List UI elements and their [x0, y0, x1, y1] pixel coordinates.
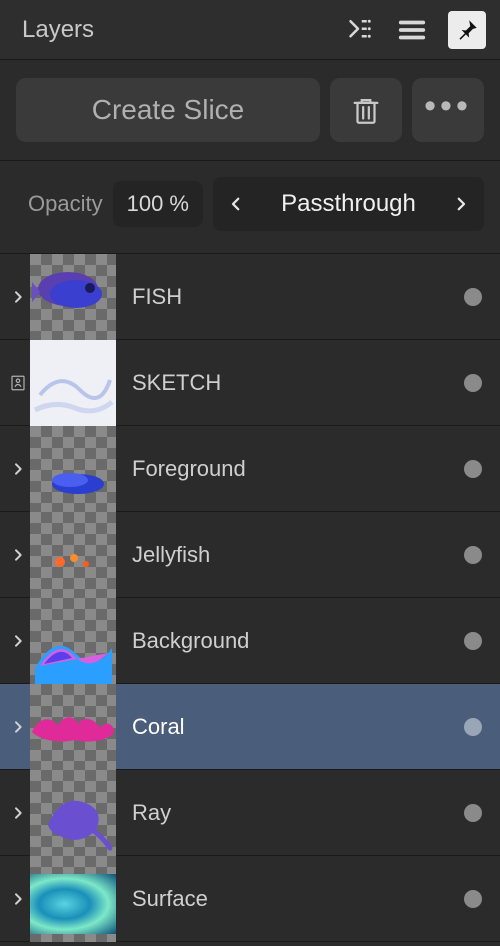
panel-header: Layers	[0, 0, 500, 60]
layer-row-jellyfish[interactable]: Jellyfish	[0, 512, 500, 598]
layer-body: Surface	[116, 886, 464, 912]
layer-label: Background	[132, 628, 249, 654]
pin-panel-button[interactable]	[448, 11, 486, 49]
panel-title: Layers	[22, 16, 94, 44]
expand-toggle[interactable]	[6, 770, 30, 856]
more-actions-button[interactable]: •••	[412, 78, 484, 142]
layer-body: SKETCH	[116, 370, 464, 396]
layer-label: Coral	[132, 714, 185, 740]
layer-body: Ray	[116, 800, 464, 826]
layer-body: Foreground	[116, 456, 464, 482]
layer-color-tag[interactable]	[464, 718, 482, 736]
layer-row-coral[interactable]: Coral	[0, 684, 500, 770]
layer-row-background[interactable]: Background	[0, 598, 500, 684]
layer-body: Coral	[116, 714, 464, 740]
layer-color-tag[interactable]	[464, 288, 482, 306]
blend-mode-label: Passthrough	[281, 190, 416, 218]
layer-color-tag[interactable]	[464, 890, 482, 908]
layer-label: SKETCH	[132, 370, 221, 396]
expand-toggle[interactable]	[6, 856, 30, 942]
layer-thumbnail	[30, 512, 116, 598]
layer-options-row: Opacity 100 % Passthrough	[0, 161, 500, 253]
opacity-label: Opacity	[28, 191, 103, 217]
panel-header-actions	[340, 11, 486, 49]
chevron-right-icon	[452, 195, 470, 213]
layer-thumbnail	[30, 684, 116, 770]
panel-flyout-icon[interactable]	[340, 12, 376, 48]
expand-toggle[interactable]	[6, 254, 30, 340]
expand-toggle[interactable]	[6, 426, 30, 512]
layer-thumbnail	[30, 254, 116, 340]
panel-toolbar: Create Slice •••	[0, 60, 500, 161]
layer-color-tag[interactable]	[464, 460, 482, 478]
layer-list: FISH SKETCH	[0, 253, 500, 942]
layer-row-sketch[interactable]: SKETCH	[0, 340, 500, 426]
chevron-left-icon	[227, 195, 245, 213]
layer-thumbnail	[30, 856, 116, 942]
layers-panel: Layers	[0, 0, 500, 942]
create-slice-button[interactable]: Create Slice	[16, 78, 320, 142]
layer-thumbnail	[30, 770, 116, 856]
ellipsis-icon: •••	[424, 106, 472, 114]
delete-layer-button[interactable]	[330, 78, 402, 142]
layer-body: Background	[116, 628, 464, 654]
expand-toggle[interactable]	[6, 598, 30, 684]
reference-layer-icon	[6, 340, 30, 426]
layer-thumbnail	[30, 426, 116, 512]
panel-menu-icon[interactable]	[394, 12, 430, 48]
expand-toggle[interactable]	[6, 684, 30, 770]
layer-row-foreground[interactable]: Foreground	[0, 426, 500, 512]
layer-label: Surface	[132, 886, 208, 912]
layer-thumbnail	[30, 340, 116, 426]
layer-label: Jellyfish	[132, 542, 210, 568]
layer-thumbnail	[30, 598, 116, 684]
opacity-value[interactable]: 100 %	[113, 181, 203, 227]
layer-color-tag[interactable]	[464, 546, 482, 564]
layer-row-ray[interactable]: Ray	[0, 770, 500, 856]
layer-label: Foreground	[132, 456, 246, 482]
layer-row-fish[interactable]: FISH	[0, 254, 500, 340]
blend-mode-dropdown[interactable]: Passthrough	[213, 177, 484, 231]
expand-toggle[interactable]	[6, 512, 30, 598]
layer-color-tag[interactable]	[464, 632, 482, 650]
layer-row-surface[interactable]: Surface	[0, 856, 500, 942]
layer-label: FISH	[132, 284, 182, 310]
layer-color-tag[interactable]	[464, 804, 482, 822]
layer-label: Ray	[132, 800, 171, 826]
layer-body: FISH	[116, 284, 464, 310]
layer-color-tag[interactable]	[464, 374, 482, 392]
layer-body: Jellyfish	[116, 542, 464, 568]
